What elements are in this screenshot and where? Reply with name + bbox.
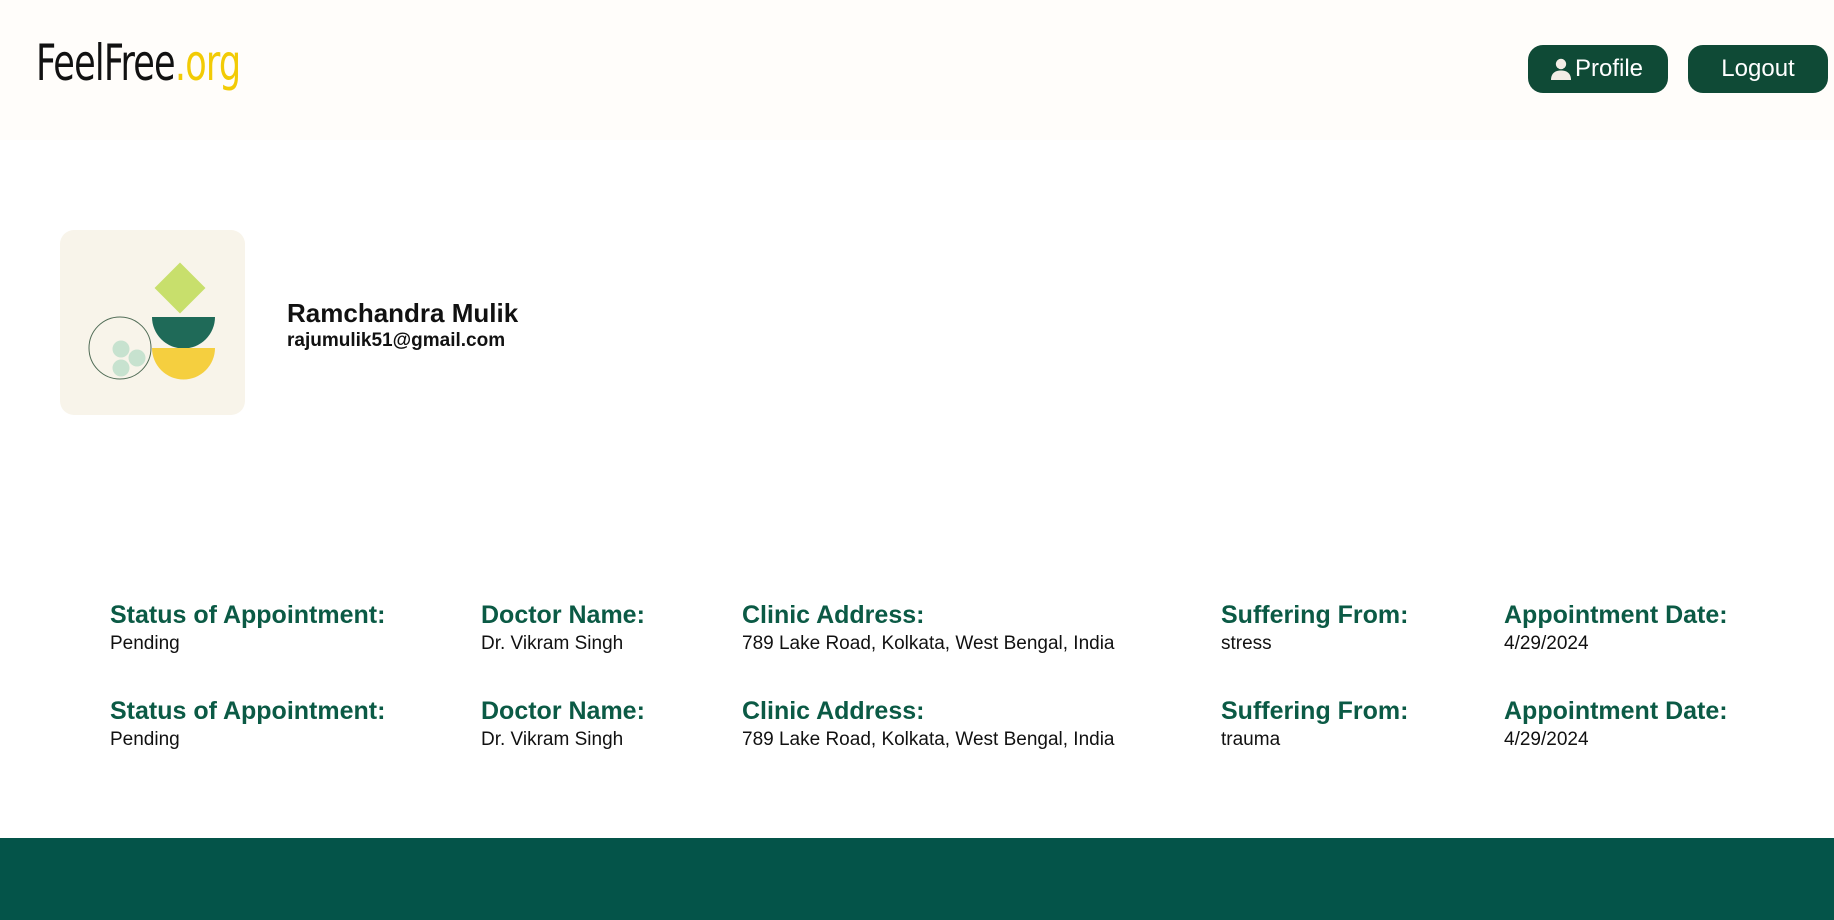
address-field: Clinic Address: 789 Lake Road, Kolkata, … [742, 598, 1115, 656]
date-label: Appointment Date: [1504, 601, 1728, 629]
date-label: Appointment Date: [1504, 697, 1728, 725]
address-label: Clinic Address: [742, 697, 925, 725]
address-label: Clinic Address: [742, 601, 925, 629]
date-value: 4/29/2024 [1504, 729, 1589, 750]
suffering-field: Suffering From: stress [1221, 598, 1409, 656]
address-value: 789 Lake Road, Kolkata, West Bengal, Ind… [742, 729, 1115, 750]
avatar-illustration [88, 262, 215, 380]
suffering-field: Suffering From: trauma [1221, 694, 1409, 752]
suffering-label: Suffering From: [1221, 601, 1409, 629]
suffering-value: trauma [1221, 729, 1281, 750]
doctor-label: Doctor Name: [481, 601, 645, 629]
status-label: Status of Appointment: [110, 601, 386, 629]
address-value: 789 Lake Road, Kolkata, West Bengal, Ind… [742, 633, 1115, 654]
suffering-value: stress [1221, 633, 1272, 654]
logo-brand: FeelFree [36, 34, 176, 92]
status-value: Pending [110, 729, 180, 750]
logout-button-label: Logout [1721, 55, 1795, 82]
date-value: 4/29/2024 [1504, 633, 1589, 654]
date-field: Appointment Date: 4/29/2024 [1504, 598, 1728, 656]
address-field: Clinic Address: 789 Lake Road, Kolkata, … [742, 694, 1115, 752]
appointment-row: Status of Appointment: Pending Doctor Na… [0, 598, 1834, 668]
user-name: Ramchandra Mulik [287, 298, 519, 328]
logo[interactable]: FeelFree.org [36, 28, 241, 98]
avatar [60, 230, 245, 415]
profile-button[interactable]: Profile [1528, 45, 1668, 93]
user-email: rajumulik51@gmail.com [287, 330, 506, 351]
status-value: Pending [110, 633, 180, 654]
footer [0, 838, 1834, 920]
doctor-value: Dr. Vikram Singh [481, 729, 624, 750]
suffering-label: Suffering From: [1221, 697, 1409, 725]
status-label: Status of Appointment: [110, 697, 386, 725]
logo-tld: .org [174, 34, 241, 92]
status-field: Status of Appointment: Pending [110, 694, 385, 752]
doctor-field: Doctor Name: Dr. Vikram Singh [481, 598, 645, 656]
header: FeelFree.org Profile Logout [0, 0, 1834, 140]
logout-button[interactable]: Logout [1688, 45, 1828, 93]
doctor-label: Doctor Name: [481, 697, 645, 725]
profile-button-label: Profile [1574, 55, 1644, 82]
user-icon [1549, 57, 1573, 81]
appointment-row: Status of Appointment: Pending Doctor Na… [0, 694, 1834, 764]
date-field: Appointment Date: 4/29/2024 [1504, 694, 1728, 752]
doctor-value: Dr. Vikram Singh [481, 633, 624, 654]
status-field: Status of Appointment: Pending [110, 598, 385, 656]
doctor-field: Doctor Name: Dr. Vikram Singh [481, 694, 645, 752]
